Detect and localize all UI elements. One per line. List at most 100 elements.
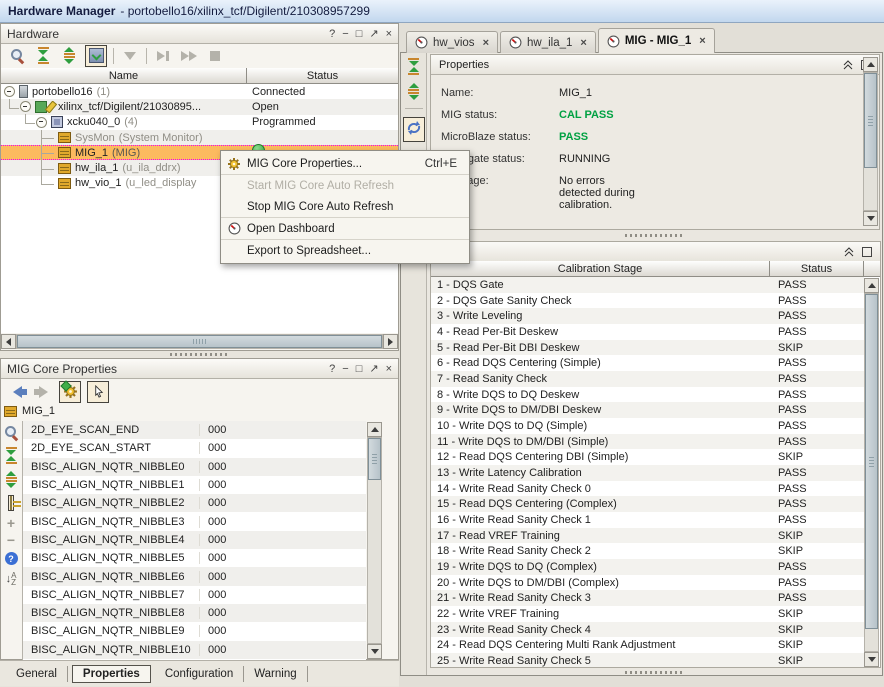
- expand-all-icon[interactable]: [6, 471, 17, 488]
- property-row[interactable]: BISC_ALIGN_NQTR_NIBBLE3 000: [23, 512, 366, 530]
- dashboard-tab[interactable]: MIG - MIG_1 ×: [598, 28, 715, 53]
- help-icon[interactable]: ?: [329, 364, 335, 374]
- collapse-all-icon[interactable]: [6, 447, 17, 464]
- property-row[interactable]: 2D_EYE_SCAN_END 000: [23, 421, 366, 439]
- maximize-icon[interactable]: □: [356, 364, 363, 374]
- search-icon[interactable]: [4, 425, 19, 440]
- calibration-row[interactable]: 15 - Read DQS Centering (Complex) PASS: [431, 496, 864, 512]
- bottom-tab[interactable]: General: [6, 666, 68, 682]
- scroll-thumb[interactable]: [864, 73, 877, 168]
- calibration-row[interactable]: 25 - Write Read Sanity Check 5 SKIP: [431, 653, 864, 667]
- maximize-icon[interactable]: □: [356, 29, 363, 39]
- auto-connect-button[interactable]: [85, 45, 107, 67]
- scroll-down-button[interactable]: [863, 211, 878, 226]
- group-view-button[interactable]: [8, 495, 14, 511]
- scroll-right-button[interactable]: [383, 334, 398, 349]
- property-row[interactable]: BISC_ALIGN_NQTR_NIBBLE5 000: [23, 549, 366, 567]
- bottom-tab[interactable]: Warning: [244, 666, 307, 682]
- program-device-button[interactable]: [120, 46, 140, 66]
- calibration-row[interactable]: 24 - Read DQS Centering Multi Rank Adjus…: [431, 637, 864, 653]
- scroll-left-button[interactable]: [1, 334, 16, 349]
- help-icon[interactable]: ?: [5, 552, 18, 565]
- calibration-row[interactable]: 20 - Write DQS to DM/DBI (Complex) PASS: [431, 575, 864, 591]
- close-icon[interactable]: ×: [483, 37, 489, 49]
- property-row[interactable]: BISC_ALIGN_NQTR_NIBBLE10 000: [23, 641, 366, 659]
- scroll-down-button[interactable]: [367, 644, 382, 659]
- tree-row-xcku040[interactable]: xcku040_0 (4) Programmed: [1, 115, 398, 130]
- calibration-row[interactable]: 5 - Read Per-Bit DBI Deskew SKIP: [431, 340, 864, 356]
- menu-item[interactable]: Start MIG Core Auto Refresh: [221, 174, 469, 196]
- scroll-down-button[interactable]: [864, 652, 879, 667]
- dashboard-tab[interactable]: hw_ila_1 ×: [500, 31, 596, 53]
- tree-row-xilinx-tcf[interactable]: xilinx_tcf/Digilent/21030895... Open: [1, 99, 398, 114]
- calibration-row[interactable]: 18 - Write Read Sanity Check 2 SKIP: [431, 543, 864, 559]
- menu-item[interactable]: MIG Core Properties... Ctrl+E: [221, 153, 469, 174]
- bottom-splitter[interactable]: [625, 671, 683, 674]
- stop-button[interactable]: [205, 46, 225, 66]
- select-tool-button[interactable]: [87, 381, 109, 403]
- expand-all-icon[interactable]: [408, 83, 419, 100]
- dashboard-tab[interactable]: hw_vios ×: [406, 31, 498, 53]
- scroll-up-button[interactable]: [864, 278, 879, 293]
- collapse-section-icon[interactable]: [844, 247, 854, 257]
- sort-az-icon[interactable]: ↓AZ: [6, 572, 17, 586]
- calibration-row[interactable]: 6 - Read DQS Centering (Simple) PASS: [431, 355, 864, 371]
- collapse-all-button[interactable]: [33, 46, 53, 66]
- properties-view-button[interactable]: [59, 381, 81, 403]
- calibration-row[interactable]: 7 - Read Sanity Check PASS: [431, 371, 864, 387]
- calibration-row[interactable]: 10 - Write DQS to DQ (Simple) PASS: [431, 418, 864, 434]
- minimize-icon[interactable]: −: [342, 364, 348, 374]
- collapse-all-icon[interactable]: [408, 58, 419, 75]
- calibration-row[interactable]: 3 - Write Leveling PASS: [431, 308, 864, 324]
- expander-icon[interactable]: [36, 117, 47, 128]
- property-row[interactable]: BISC_ALIGN_NQTR_NIBBLE4 000: [23, 531, 366, 549]
- section-splitter[interactable]: [625, 234, 683, 237]
- calibration-row[interactable]: 23 - Write Read Sanity Check 4 SKIP: [431, 622, 864, 638]
- remove-icon[interactable]: −: [7, 535, 15, 545]
- calibration-row[interactable]: 19 - Write DQS to DQ (Complex) PASS: [431, 559, 864, 575]
- calibration-row[interactable]: 12 - Read DQS Centering DBI (Simple) SKI…: [431, 449, 864, 465]
- property-row[interactable]: BISC_ALIGN_NQTR_NIBBLE7 000: [23, 586, 366, 604]
- column-header-status[interactable]: Status: [770, 261, 864, 276]
- property-row[interactable]: BISC_ALIGN_NQTR_NIBBLE1 000: [23, 476, 366, 494]
- menu-item[interactable]: Export to Spreadsheet...: [221, 239, 469, 261]
- calibration-row[interactable]: 21 - Write Read Sanity Check 3 PASS: [431, 590, 864, 606]
- scroll-up-button[interactable]: [863, 57, 878, 72]
- calibration-row[interactable]: 2 - DQS Gate Sanity Check PASS: [431, 293, 864, 309]
- property-row[interactable]: BISC_ALIGN_NQTR_NIBBLE6 000: [23, 567, 366, 585]
- expander-icon[interactable]: [4, 86, 15, 97]
- scroll-thumb[interactable]: [865, 294, 878, 629]
- menu-item[interactable]: Open Dashboard: [221, 217, 469, 239]
- run-all-button[interactable]: [179, 46, 199, 66]
- scroll-thumb[interactable]: [17, 335, 382, 348]
- help-icon[interactable]: ?: [329, 29, 335, 39]
- close-icon[interactable]: ×: [580, 37, 586, 49]
- column-header-name[interactable]: Name: [1, 68, 247, 83]
- column-header-calibration-stage[interactable]: Calibration Stage: [431, 261, 770, 276]
- menu-item[interactable]: Stop MIG Core Auto Refresh: [221, 196, 469, 217]
- bottom-tab[interactable]: Properties: [72, 665, 151, 683]
- maximize-section-icon[interactable]: [862, 247, 872, 257]
- calibration-row[interactable]: 16 - Write Read Sanity Check 1 PASS: [431, 512, 864, 528]
- close-icon[interactable]: ×: [386, 364, 392, 374]
- scroll-thumb[interactable]: [368, 438, 381, 480]
- property-row[interactable]: BISC_ALIGN_NQTR_NIBBLE9 000: [23, 622, 366, 640]
- collapse-section-icon[interactable]: [843, 60, 853, 70]
- tree-row-portobello16[interactable]: portobello16 (1) Connected: [1, 84, 398, 99]
- minimize-icon[interactable]: −: [342, 29, 348, 39]
- column-header-status[interactable]: Status: [247, 68, 398, 83]
- expand-all-button[interactable]: [59, 46, 79, 66]
- add-icon[interactable]: +: [7, 518, 15, 528]
- bottom-tab[interactable]: Configuration: [155, 666, 244, 682]
- float-icon[interactable]: ↗: [369, 364, 378, 374]
- calibration-row[interactable]: 11 - Write DQS to DM/DBI (Simple) PASS: [431, 434, 864, 450]
- auto-refresh-button[interactable]: [403, 117, 425, 142]
- calibration-row[interactable]: 4 - Read Per-Bit Deskew PASS: [431, 324, 864, 340]
- float-icon[interactable]: ↗: [369, 29, 378, 39]
- property-row[interactable]: BISC_ALIGN_NQTR_NIBBLE8 000: [23, 604, 366, 622]
- calibration-row[interactable]: 9 - Write DQS to DM/DBI Deskew PASS: [431, 402, 864, 418]
- property-row[interactable]: BISC_ALIGN_NQTR_NIBBLE0 000: [23, 458, 366, 476]
- forward-button[interactable]: [33, 382, 53, 402]
- calibration-row[interactable]: 17 - Read VREF Training SKIP: [431, 528, 864, 544]
- run-trigger-button[interactable]: [153, 46, 173, 66]
